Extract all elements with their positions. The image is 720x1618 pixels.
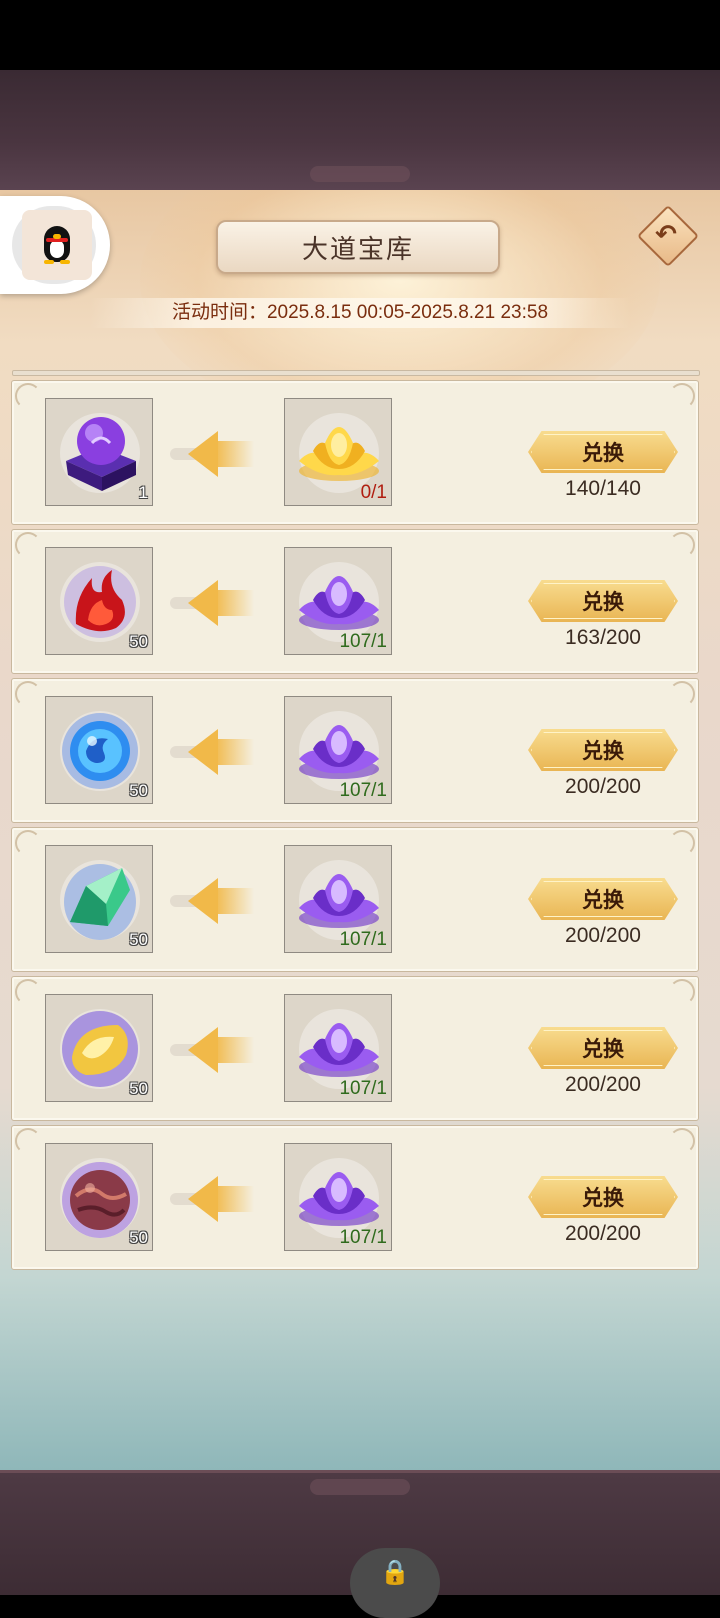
exchange-stock: 163/200 <box>565 626 641 649</box>
reward-quantity: 50 <box>129 1228 148 1247</box>
corner-ornament <box>15 830 41 856</box>
lock-icon[interactable]: 🔒 <box>350 1548 440 1618</box>
exchange-button[interactable]: 兑换 <box>528 1027 678 1069</box>
corner-ornament <box>15 979 41 1005</box>
exchange-row: 1 0/1 兑换 140/140 <box>11 380 699 525</box>
exchange-button-label: 兑换 <box>582 442 624 465</box>
corner-ornament <box>669 1128 695 1154</box>
reward-item-slot[interactable]: 50 <box>45 696 153 804</box>
corner-ornament <box>669 383 695 409</box>
corner-ornament <box>669 830 695 856</box>
exchange-button[interactable]: 兑换 <box>528 431 678 473</box>
exchange-row: 50 107/1 兑换 200/200 <box>11 827 699 972</box>
exchange-stock: 140/140 <box>565 477 641 500</box>
back-arrow-icon: ↶ <box>655 218 677 249</box>
cost-item-slot[interactable]: 107/1 <box>284 1143 392 1251</box>
cost-progress: 107/1 <box>339 631 387 652</box>
cost-item-slot[interactable]: 107/1 <box>284 994 392 1102</box>
corner-ornament <box>15 1128 41 1154</box>
top-decor-band <box>0 70 720 193</box>
exchange-arrow-icon <box>170 1027 254 1073</box>
cost-item-slot[interactable]: 107/1 <box>284 547 392 655</box>
exchange-stock: 200/200 <box>565 1073 641 1096</box>
qq-account-badge[interactable] <box>0 196 110 294</box>
cost-progress: 107/1 <box>339 1227 387 1248</box>
exchange-button[interactable]: 兑换 <box>528 729 678 771</box>
reward-item-slot[interactable]: 50 <box>45 547 153 655</box>
exchange-button-label: 兑换 <box>582 740 624 763</box>
cost-progress: 107/1 <box>339 1078 387 1099</box>
band-ornament <box>310 166 410 182</box>
exchange-arrow-icon <box>170 580 254 626</box>
exchange-row: 50 107/1 兑换 200/200 <box>11 1125 699 1270</box>
exchange-arrow-icon <box>170 878 254 924</box>
exchange-arrow-icon <box>170 431 254 477</box>
reward-quantity: 50 <box>129 1079 148 1098</box>
exchange-button-label: 兑换 <box>582 1187 624 1210</box>
exchange-stock: 200/200 <box>565 775 641 798</box>
reward-quantity: 50 <box>129 632 148 651</box>
cost-item-slot[interactable]: 0/1 <box>284 398 392 506</box>
reward-item-slot[interactable]: 50 <box>45 1143 153 1251</box>
cost-progress: 107/1 <box>339 780 387 801</box>
page-title: 大道宝库 <box>216 220 500 274</box>
status-bar <box>0 0 720 70</box>
exchange-button-label: 兑换 <box>582 591 624 614</box>
exchange-stock: 200/200 <box>565 1222 641 1245</box>
cost-item-slot[interactable]: 107/1 <box>284 845 392 953</box>
reward-item-slot[interactable]: 1 <box>45 398 153 506</box>
corner-ornament <box>15 383 41 409</box>
reward-item-slot[interactable]: 50 <box>45 845 153 953</box>
cost-progress: 0/1 <box>360 482 387 503</box>
exchange-arrow-icon <box>170 1176 254 1222</box>
corner-ornament <box>669 532 695 558</box>
corner-ornament <box>669 979 695 1005</box>
exchange-button[interactable]: 兑换 <box>528 580 678 622</box>
exchange-stock: 200/200 <box>565 924 641 947</box>
cost-progress: 107/1 <box>339 929 387 950</box>
exchange-row: 50 107/1 兑换 200/200 <box>11 678 699 823</box>
back-button[interactable]: ↶ <box>636 204 700 268</box>
reward-item-slot[interactable]: 50 <box>45 994 153 1102</box>
exchange-row: 50 107/1 兑换 200/200 <box>11 976 699 1121</box>
corner-ornament <box>15 681 41 707</box>
reward-quantity: 1 <box>138 483 148 502</box>
exchange-button[interactable]: 兑换 <box>528 878 678 920</box>
band-ornament <box>310 1479 410 1495</box>
corner-ornament <box>15 532 41 558</box>
exchange-button-label: 兑换 <box>582 889 624 912</box>
exchange-arrow-icon <box>170 729 254 775</box>
cost-item-slot[interactable]: 107/1 <box>284 696 392 804</box>
reward-quantity: 50 <box>129 930 148 949</box>
event-time: 活动时间：2025.8.15 00:05-2025.8.21 23:58 <box>90 298 630 328</box>
list-top-divider <box>12 370 700 376</box>
reward-quantity: 50 <box>129 781 148 800</box>
exchange-button[interactable]: 兑换 <box>528 1176 678 1218</box>
corner-ornament <box>669 681 695 707</box>
exchange-row: 50 107/1 兑换 163/200 <box>11 529 699 674</box>
exchange-button-label: 兑换 <box>582 1038 624 1061</box>
qq-penguin-icon <box>42 226 72 264</box>
